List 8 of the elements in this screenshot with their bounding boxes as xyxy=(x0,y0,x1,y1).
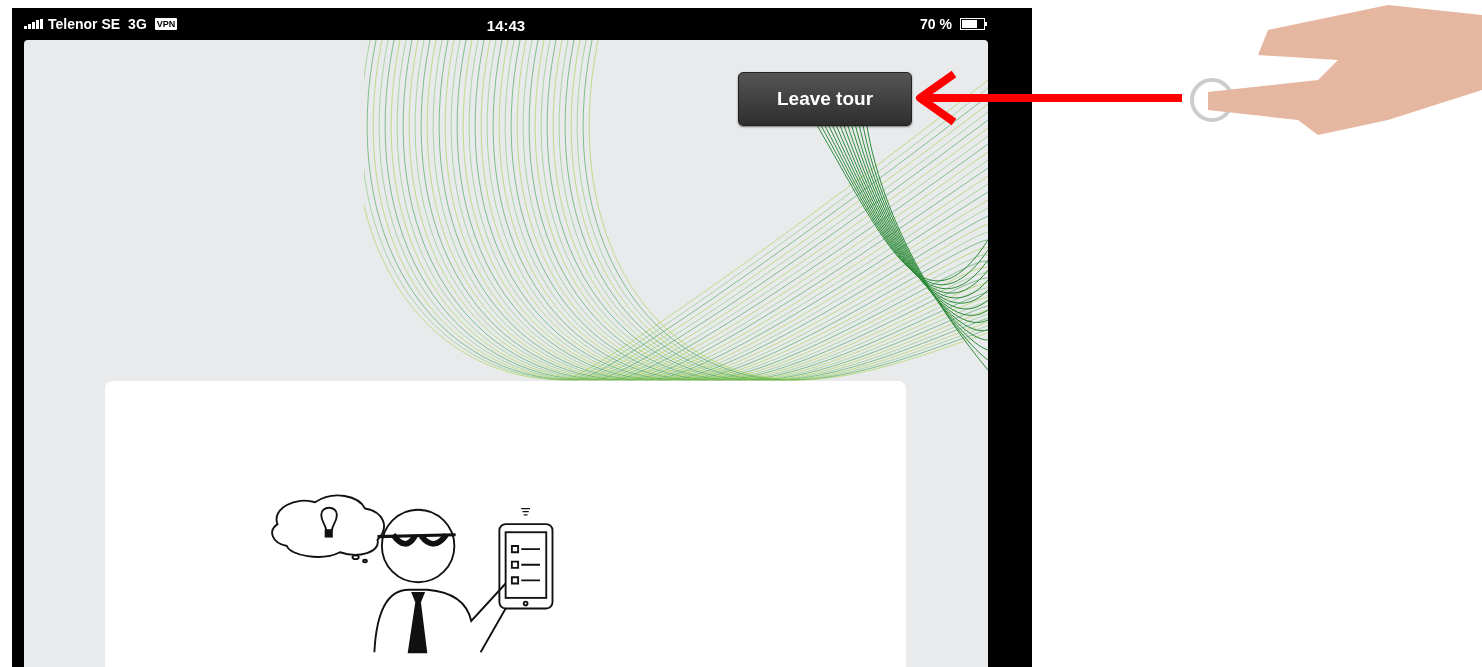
vpn-badge: VPN xyxy=(154,18,178,30)
network-type: 3G xyxy=(128,14,147,34)
battery-percent: 70 % xyxy=(920,14,952,34)
leave-tour-button[interactable]: Leave tour xyxy=(738,72,912,126)
clock-time: 14:43 xyxy=(486,16,526,36)
battery-icon xyxy=(960,18,988,30)
signal-icon xyxy=(24,19,46,29)
carrier-name: Telenor SE xyxy=(48,14,121,34)
